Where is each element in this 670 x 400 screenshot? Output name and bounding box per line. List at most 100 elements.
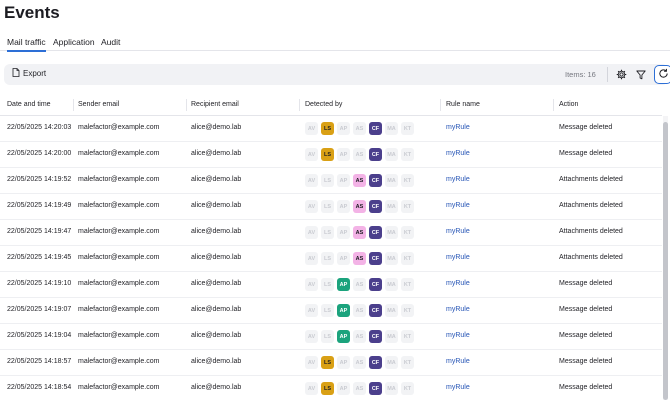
table-row[interactable]: 22/05/2025 14:19:10 malefactor@example.co… xyxy=(0,272,662,298)
table-row[interactable]: 22/05/2025 14:20:00 malefactor@example.co… xyxy=(0,142,662,168)
badge-as: AS xyxy=(353,304,366,317)
export-button[interactable]: Export xyxy=(12,68,46,79)
badge-ls: LS xyxy=(321,278,334,291)
badge-ma: MA xyxy=(385,330,398,343)
table-row[interactable]: 22/05/2025 14:20:03 malefactor@example.co… xyxy=(0,116,662,142)
badge-ma: MA xyxy=(385,148,398,161)
column-header-action[interactable]: Action xyxy=(559,101,578,108)
rule-name-link[interactable]: myRule xyxy=(446,358,470,365)
recipient-email-cell: alice@demo.lab xyxy=(191,332,242,339)
refresh-button[interactable] xyxy=(654,65,670,84)
badge-kt: KT xyxy=(401,226,414,239)
datetime-cell: 22/05/2025 14:19:04 xyxy=(7,332,72,339)
badge-as: AS xyxy=(353,382,366,395)
badge-ma: MA xyxy=(385,200,398,213)
badge-ls: LS xyxy=(321,148,334,161)
badge-kt: KT xyxy=(401,200,414,213)
recipient-email-cell: alice@demo.lab xyxy=(191,176,242,183)
table-row[interactable]: 22/05/2025 14:18:57 malefactor@example.co… xyxy=(0,350,662,376)
settings-icon[interactable] xyxy=(615,68,628,81)
detected-by-badges: AV LS AP AS CF MA KT xyxy=(305,252,414,265)
badge-cf: CF xyxy=(369,148,382,161)
tab-mail-traffic[interactable]: Mail traffic xyxy=(7,37,46,52)
table-row[interactable]: 22/05/2025 14:19:52 malefactor@example.co… xyxy=(0,168,662,194)
table-row[interactable]: 22/05/2025 14:19:45 malefactor@example.co… xyxy=(0,246,662,272)
rule-name-link[interactable]: myRule xyxy=(446,332,470,339)
table-row[interactable]: 22/05/2025 14:18:54 malefactor@example.co… xyxy=(0,376,662,400)
badge-av: AV xyxy=(305,200,318,213)
column-header-recipient[interactable]: Recipient email xyxy=(191,101,239,108)
datetime-cell: 22/05/2025 14:19:47 xyxy=(7,228,72,235)
badge-av: AV xyxy=(305,122,318,135)
badge-kt: KT xyxy=(401,356,414,369)
rule-name-link[interactable]: myRule xyxy=(446,124,470,131)
detected-by-badges: AV LS AP AS CF MA KT xyxy=(305,356,414,369)
badge-ma: MA xyxy=(385,174,398,187)
rule-name-link[interactable]: myRule xyxy=(446,176,470,183)
rule-name-link[interactable]: myRule xyxy=(446,280,470,287)
action-cell: Message deleted xyxy=(559,358,613,365)
column-separator xyxy=(186,99,187,111)
badge-cf: CF xyxy=(369,122,382,135)
badge-av: AV xyxy=(305,226,318,239)
badge-kt: KT xyxy=(401,330,414,343)
tab-audit[interactable]: Audit xyxy=(101,37,120,47)
badge-kt: KT xyxy=(401,148,414,161)
column-separator xyxy=(73,99,74,111)
action-cell: Attachments deleted xyxy=(559,228,623,235)
badge-ls: LS xyxy=(321,382,334,395)
recipient-email-cell: alice@demo.lab xyxy=(191,202,242,209)
badge-ls: LS xyxy=(321,226,334,239)
badge-ls: LS xyxy=(321,174,334,187)
page-title: Events xyxy=(4,3,60,22)
badge-ap: AP xyxy=(337,382,350,395)
detected-by-badges: AV LS AP AS CF MA KT xyxy=(305,226,414,239)
table-row[interactable]: 22/05/2025 14:19:04 malefactor@example.co… xyxy=(0,324,662,350)
table-row[interactable]: 22/05/2025 14:19:49 malefactor@example.co… xyxy=(0,194,662,220)
badge-as: AS xyxy=(353,226,366,239)
rule-name-link[interactable]: myRule xyxy=(446,254,470,261)
vertical-scrollbar[interactable] xyxy=(663,116,668,400)
badge-ap: AP xyxy=(337,278,350,291)
column-header-detected[interactable]: Detected by xyxy=(305,101,342,108)
action-cell: Message deleted xyxy=(559,150,613,157)
detected-by-badges: AV LS AP AS CF MA KT xyxy=(305,330,414,343)
badge-as: AS xyxy=(353,122,366,135)
badge-ls: LS xyxy=(321,122,334,135)
rule-name-link[interactable]: myRule xyxy=(446,150,470,157)
action-cell: Message deleted xyxy=(559,332,613,339)
sender-email-cell: malefactor@example.com xyxy=(78,124,160,131)
badge-av: AV xyxy=(305,148,318,161)
filter-icon[interactable] xyxy=(634,68,647,81)
badge-ap: AP xyxy=(337,356,350,369)
rule-name-link[interactable]: myRule xyxy=(446,384,470,391)
badge-cf: CF xyxy=(369,330,382,343)
badge-cf: CF xyxy=(369,278,382,291)
datetime-cell: 22/05/2025 14:19:07 xyxy=(7,306,72,313)
badge-av: AV xyxy=(305,174,318,187)
badge-ap: AP xyxy=(337,252,350,265)
badge-cf: CF xyxy=(369,200,382,213)
datetime-cell: 22/05/2025 14:19:10 xyxy=(7,280,72,287)
column-separator xyxy=(440,99,441,111)
tab-application[interactable]: Application xyxy=(53,37,95,47)
column-header-sender[interactable]: Sender email xyxy=(78,101,119,108)
detected-by-badges: AV LS AP AS CF MA KT xyxy=(305,174,414,187)
recipient-email-cell: alice@demo.lab xyxy=(191,124,242,131)
column-header-rule[interactable]: Rule name xyxy=(446,101,480,108)
action-cell: Message deleted xyxy=(559,124,613,131)
badge-ap: AP xyxy=(337,122,350,135)
detected-by-badges: AV LS AP AS CF MA KT xyxy=(305,122,414,135)
table-row[interactable]: 22/05/2025 14:19:07 malefactor@example.co… xyxy=(0,298,662,324)
rule-name-link[interactable]: myRule xyxy=(446,202,470,209)
scrollbar-thumb[interactable] xyxy=(663,122,668,400)
rule-name-link[interactable]: myRule xyxy=(446,228,470,235)
column-header-datetime[interactable]: Date and time xyxy=(7,101,51,108)
rule-name-link[interactable]: myRule xyxy=(446,306,470,313)
badge-ma: MA xyxy=(385,304,398,317)
table-row[interactable]: 22/05/2025 14:19:47 malefactor@example.co… xyxy=(0,220,662,246)
events-table-body: 22/05/2025 14:20:03 malefactor@example.co… xyxy=(0,116,662,400)
badge-kt: KT xyxy=(401,252,414,265)
sender-email-cell: malefactor@example.com xyxy=(78,384,160,391)
sender-email-cell: malefactor@example.com xyxy=(78,358,160,365)
